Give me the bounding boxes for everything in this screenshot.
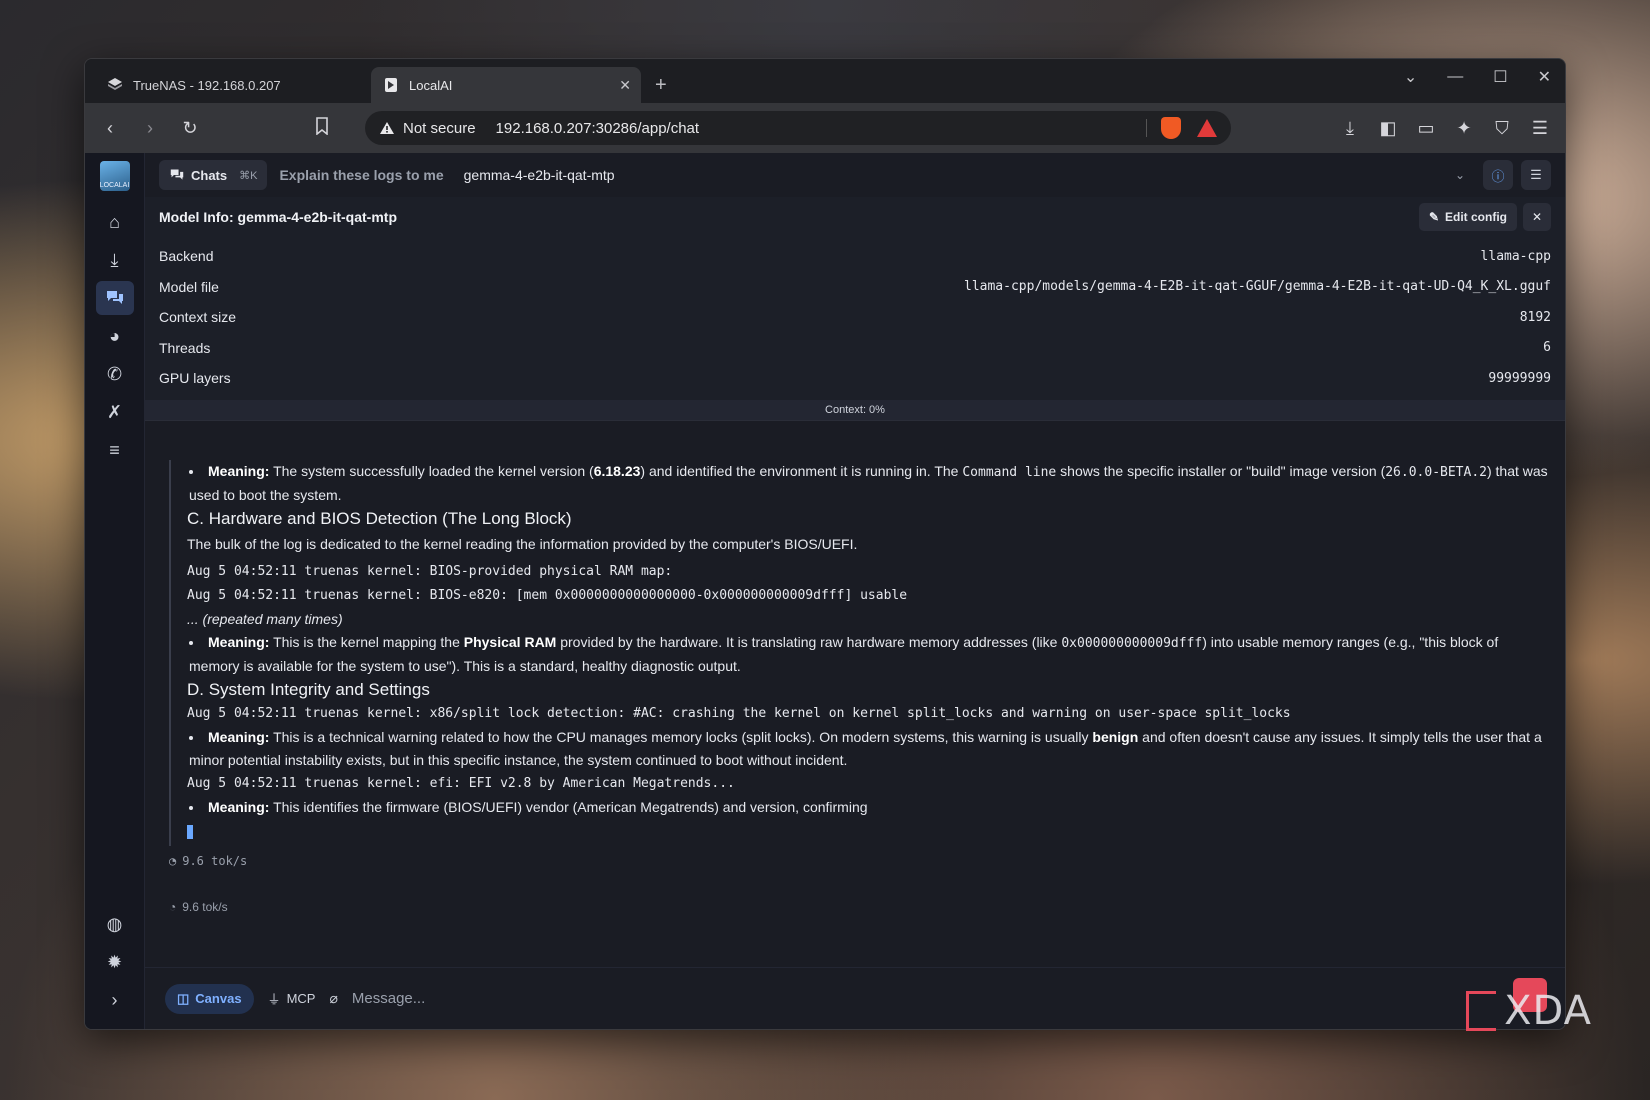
assistant-message: Meaning: The system successfully loaded … <box>169 460 1551 846</box>
forward-icon[interactable]: › <box>139 118 161 139</box>
browser-window: TrueNAS - 192.168.0.207 LocalAI ✕ + ⌄ — … <box>84 58 1566 1030</box>
model-info-row: Model file llama-cpp/models/gemma-4-E2B-… <box>159 278 1551 295</box>
code-line: Aug 5 04:52:11 truenas kernel: x86/split… <box>187 706 1291 721</box>
model-info-row: Backend llama-cpp <box>159 248 1551 265</box>
localai-app: LOCALAI ⌂ ⤓ ◕ ✆ ✗ ≡ ◍ ✹ › Chats ⌘K Expla… <box>85 153 1565 1029</box>
divider <box>1146 119 1147 137</box>
section-heading: C. Hardware and BIOS Detection (The Long… <box>187 509 572 528</box>
close-icon: ✕ <box>1531 210 1543 224</box>
reload-icon[interactable]: ↻ <box>179 118 201 139</box>
home-icon[interactable]: ⌂ <box>96 205 134 239</box>
tab-title: TrueNAS - 192.168.0.207 <box>133 77 281 93</box>
left-nav: LOCALAI ⌂ ⤓ ◕ ✆ ✗ ≡ ◍ ✹ › <box>85 153 145 1029</box>
sliders-icon: ☰ <box>1530 167 1542 182</box>
xda-watermark: XDA <box>1466 988 1592 1034</box>
close-tab-icon[interactable]: ✕ <box>619 77 631 94</box>
address-bar[interactable]: Not secure 192.168.0.207:30286/app/chat <box>365 111 1231 145</box>
vpn-icon[interactable]: ⛉ <box>1491 118 1513 139</box>
model-info-row: GPU layers 99999999 <box>159 370 1551 387</box>
mcp-button[interactable]: ⏚ MCP <box>268 989 316 1008</box>
edit-icon: ✎ <box>1428 210 1439 224</box>
paragraph: The bulk of the log is dedicated to the … <box>187 536 858 552</box>
model-info-row: Context size 8192 <box>159 309 1551 326</box>
chats-button[interactable]: Chats ⌘K <box>159 160 268 190</box>
model-info-panel: Model Info: gemma-4-e2b-it-qat-mtp ✎ Edi… <box>145 197 1565 421</box>
list-item: Meaning: This identifies the firmware (B… <box>189 796 1551 819</box>
browser-toolbar: ‹ › ↻ Not secure 192.168.0.207:30286/app… <box>85 103 1565 153</box>
tools-icon[interactable]: ✗ <box>96 395 134 429</box>
speed-icon: ◔ <box>169 854 177 868</box>
settings-sliders-icon[interactable]: ≡ <box>96 433 134 467</box>
chats-icon <box>170 169 184 180</box>
tab-truenas[interactable]: TrueNAS - 192.168.0.207 <box>95 67 357 103</box>
main-panel: Chats ⌘K Explain these logs to me gemma-… <box>145 153 1565 1029</box>
code-line: Aug 5 04:52:11 truenas kernel: BIOS-prov… <box>187 564 673 579</box>
token-rate: ◔ 9.6 tok/s <box>169 854 248 868</box>
truenas-favicon-icon <box>107 77 123 93</box>
security-indicator[interactable]: Not secure <box>379 120 476 137</box>
new-tab-button[interactable]: + <box>655 67 667 103</box>
streaming-cursor <box>187 825 193 839</box>
chat-topbar: Chats ⌘K Explain these logs to me gemma-… <box>145 153 1565 197</box>
section-heading: D. System Integrity and Settings <box>187 680 430 699</box>
expand-chevron-icon[interactable]: › <box>96 983 134 1017</box>
tab-title: LocalAI <box>409 77 453 93</box>
brave-rewards-icon[interactable] <box>1197 119 1217 137</box>
menu-icon[interactable]: ☰ <box>1529 118 1551 139</box>
warning-icon <box>380 122 394 134</box>
phone-icon[interactable]: ✆ <box>96 357 134 391</box>
chat-title[interactable]: Explain these logs to me <box>279 167 443 183</box>
brave-shields-icon[interactable] <box>1161 117 1181 139</box>
close-window-icon[interactable]: ✕ <box>1538 67 1551 87</box>
download-icon[interactable]: ⤓ <box>1339 118 1361 139</box>
close-model-info-button[interactable]: ✕ <box>1523 203 1551 231</box>
tab-localai[interactable]: LocalAI ✕ <box>371 67 641 103</box>
canvas-icon: ◫ <box>177 990 190 1006</box>
note-text: ... (repeated many times) <box>187 611 343 627</box>
speed-icon: ◔ <box>169 900 177 914</box>
minimize-icon[interactable]: — <box>1447 68 1463 86</box>
tab-strip: TrueNAS - 192.168.0.207 LocalAI ✕ + ⌄ — … <box>85 59 1565 103</box>
message-input[interactable] <box>351 990 1545 1007</box>
attach-icon[interactable]: ⌀ <box>329 990 337 1007</box>
model-info-title: Model Info: gemma-4-e2b-it-qat-mtp <box>159 209 397 225</box>
list-item: Meaning: This is the kernel mapping the … <box>189 631 1551 678</box>
info-icon: ⓘ <box>1491 168 1505 184</box>
localai-logo[interactable]: LOCALAI <box>99 161 130 191</box>
message-composer: ◫ Canvas ⏚ MCP ⌀ <box>145 967 1565 1029</box>
download-models-icon[interactable]: ⤓ <box>96 243 134 277</box>
code-line: Aug 5 04:52:11 truenas kernel: efi: EFI … <box>187 776 735 791</box>
chat-icon[interactable] <box>95 281 134 315</box>
edit-config-button[interactable]: ✎ Edit config <box>1418 203 1517 231</box>
xda-logo-bracket <box>1466 991 1497 1031</box>
url-text[interactable]: 192.168.0.207:30286/app/chat <box>496 120 700 137</box>
chevron-down-icon: ⌄ <box>1454 168 1465 182</box>
token-rate-footer: ◔ 9.6 tok/s <box>169 900 228 914</box>
context-usage: Context: 0% <box>145 399 1565 420</box>
canvas-toggle-button[interactable]: ◫ Canvas <box>165 983 254 1014</box>
leo-ai-icon[interactable]: ✦ <box>1453 118 1475 139</box>
list-item: Meaning: The system successfully loaded … <box>189 460 1551 507</box>
globe-icon[interactable]: ◍ <box>96 907 134 941</box>
wallet-icon[interactable]: ▭ <box>1415 118 1437 139</box>
localai-favicon-icon <box>383 77 399 93</box>
bookmark-icon[interactable] <box>311 116 333 140</box>
model-info-row: Threads 6 <box>159 339 1551 356</box>
info-button[interactable]: ⓘ <box>1483 160 1513 190</box>
palette-icon[interactable]: ◕ <box>96 319 134 353</box>
code-line: Aug 5 04:52:11 truenas kernel: BIOS-e820… <box>187 588 908 603</box>
back-icon[interactable]: ‹ <box>99 118 121 139</box>
gear-icon[interactable]: ✹ <box>96 945 134 979</box>
tab-search-icon[interactable]: ⌄ <box>1404 67 1417 87</box>
sidebar-icon[interactable]: ◧ <box>1377 118 1399 139</box>
model-select[interactable]: gemma-4-e2b-it-qat-mtp ⌄ <box>464 167 1475 183</box>
settings-button[interactable]: ☰ <box>1521 160 1551 190</box>
chat-messages[interactable]: Meaning: The system successfully loaded … <box>145 460 1565 876</box>
list-item: Meaning: This is a technical warning rel… <box>189 726 1551 772</box>
maximize-icon[interactable]: ☐ <box>1493 67 1507 87</box>
shortcut-hint: ⌘K <box>239 169 258 182</box>
plug-icon: ⏚ <box>267 992 281 1007</box>
